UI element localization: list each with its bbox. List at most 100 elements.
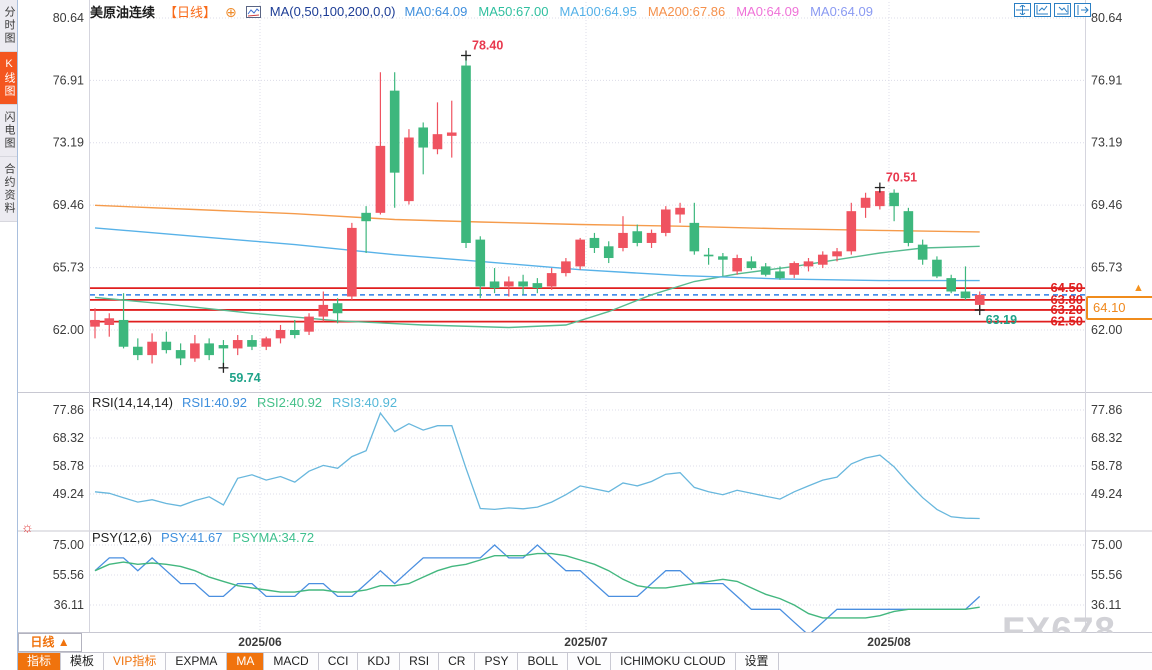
axis-tick-label: 62.00	[1091, 323, 1122, 337]
ma-settings-label[interactable]: MA(0,50,100,200,0,0)	[270, 4, 396, 19]
axis-tick-label: 80.64	[53, 11, 84, 25]
toolbar-tab-EXPMA[interactable]: EXPMA	[166, 653, 227, 670]
add-indicator-icon[interactable]: ⊕	[225, 6, 237, 18]
price-level-label: 62.50	[1050, 314, 1083, 329]
scroll-to-latest-icon[interactable]: ▲	[1133, 282, 1144, 294]
candle-body	[661, 209, 671, 232]
candle-body	[190, 343, 200, 358]
candle-body	[233, 340, 243, 348]
swing-price-label: 78.40	[472, 38, 503, 52]
candle-body	[875, 191, 885, 206]
candle-body	[889, 193, 899, 206]
axis-tick-label: 65.73	[53, 261, 84, 275]
axis-tick-label: 55.56	[53, 568, 84, 582]
toolbar-tab-ICHIMOKU CLOUD[interactable]: ICHIMOKU CLOUD	[611, 653, 735, 670]
axis-tick-label: 77.86	[1091, 403, 1122, 417]
indicator-settings-icon[interactable]: ☼	[21, 519, 34, 535]
ma-value: MA200:67.86	[648, 4, 725, 19]
rsi-values-row: RSI1:40.92RSI2:40.92RSI3:40.92	[182, 395, 397, 410]
axis-tick-label: 49.24	[1091, 487, 1122, 501]
candle-body	[433, 134, 443, 149]
indicator-value: RSI2:40.92	[257, 395, 322, 410]
candle-body	[632, 231, 642, 243]
axis-tick-label: 76.91	[53, 73, 84, 87]
rsi-title[interactable]: RSI(14,14,14)	[92, 395, 173, 410]
swing-price-label: 59.74	[229, 371, 260, 385]
toolbar-tab-KDJ[interactable]: KDJ	[358, 653, 400, 670]
toolbar-tab-PSY[interactable]: PSY	[475, 653, 518, 670]
sidebar-tab-3[interactable]: 闪电图	[0, 105, 17, 157]
candle-body	[204, 343, 214, 355]
toolbar-tab-MA[interactable]: MA	[227, 653, 264, 670]
candle-body	[319, 305, 329, 317]
indicator-toolbar: 指标模板VIP指标EXPMAMAMACDCCIKDJRSICRPSYBOLLVO…	[18, 652, 1152, 670]
sidebar-tab-4[interactable]: 合约资料	[0, 157, 17, 222]
axis-tick-label: 62.00	[53, 323, 84, 337]
candle-body	[946, 278, 956, 291]
swing-price-label: 63.19	[986, 313, 1017, 327]
period-tag[interactable]: 【日线】	[164, 2, 216, 21]
candle-body	[732, 258, 742, 271]
toolbar-tab-CCI[interactable]: CCI	[319, 653, 359, 670]
toolbar-tab-MACD[interactable]: MACD	[264, 653, 318, 670]
interval-dropdown-button[interactable]: 日线 ▲	[18, 633, 82, 652]
left-tab-bar: 分时图K线图闪电图合约资料	[0, 0, 18, 670]
x-axis-label: 2025/08	[867, 635, 910, 649]
axis-zoom-icon[interactable]	[1034, 3, 1051, 17]
chart-canvas[interactable]: 80.6480.6476.9176.9173.1973.1969.4669.46…	[0, 0, 1152, 670]
toolbar-tab-RSI[interactable]: RSI	[400, 653, 439, 670]
main-chart-header: 美原油连续 【日线】 ⊕ MA(0,50,100,200,0,0) MA0:64…	[90, 2, 875, 21]
rsi-panel-header: RSI(14,14,14) RSI1:40.92RSI2:40.92RSI3:4…	[92, 395, 397, 410]
candle-body	[261, 338, 271, 346]
toolbar-tab-VOL[interactable]: VOL	[568, 653, 611, 670]
candle-body	[547, 273, 557, 286]
candle-body	[304, 317, 314, 332]
axis-zoom-left-icon[interactable]	[1054, 3, 1071, 17]
candle-body	[961, 292, 971, 299]
sidebar-tab-2[interactable]: K线图	[0, 52, 17, 105]
candle-body	[533, 283, 543, 288]
ma-values-row: MA0:64.09MA50:67.00MA100:64.95MA200:67.8…	[405, 4, 875, 19]
candle-body	[133, 347, 143, 355]
candle-body	[761, 266, 771, 274]
candle-body	[176, 350, 186, 358]
sidebar-tab-1[interactable]: 分时图	[0, 0, 17, 52]
candle-body	[518, 281, 528, 286]
axis-tick-label: 68.32	[53, 431, 84, 445]
toolbar-tab-模板[interactable]: 模板	[61, 653, 104, 670]
candle-body	[461, 66, 471, 243]
candle-body	[418, 127, 428, 147]
last-price-tag: 64.10	[1086, 296, 1152, 320]
axis-tick-label: 36.11	[54, 598, 84, 612]
candle-body	[490, 281, 500, 288]
symbol-title: 美原油连续	[90, 2, 155, 21]
candle-body	[704, 255, 714, 257]
candle-body	[475, 240, 485, 287]
toolbar-tab-VIP指标[interactable]: VIP指标	[104, 653, 166, 670]
candle-body	[347, 228, 357, 297]
swing-price-label: 70.51	[886, 171, 917, 185]
candle-body	[162, 342, 172, 350]
axis-tick-label: 75.00	[53, 538, 84, 552]
axis-tick-label: 69.46	[1091, 198, 1122, 212]
candle-body	[690, 223, 700, 251]
candle-body	[918, 245, 928, 260]
candle-body	[647, 233, 657, 243]
candle-body	[590, 238, 600, 248]
candle-body	[276, 330, 286, 338]
jump-latest-icon[interactable]	[1074, 3, 1091, 17]
chart-type-icon[interactable]	[246, 6, 261, 18]
toolbar-tab-指标[interactable]: 指标	[18, 653, 61, 670]
toolbar-tab-CR[interactable]: CR	[439, 653, 475, 670]
axis-tick-label: 65.73	[1091, 261, 1122, 275]
toolbar-tab-设置[interactable]: 设置	[736, 653, 779, 670]
ma-value: MA0:64.09	[736, 4, 799, 19]
candle-body	[104, 318, 114, 325]
candle-body	[832, 251, 842, 256]
toolbar-tab-BOLL[interactable]: BOLL	[518, 653, 568, 670]
indicator-value: PSYMA:34.72	[232, 530, 314, 545]
candle-body	[333, 303, 343, 313]
psy-title[interactable]: PSY(12,6)	[92, 530, 152, 545]
crosshair-icon[interactable]	[1014, 3, 1031, 17]
candle-body	[861, 198, 871, 208]
